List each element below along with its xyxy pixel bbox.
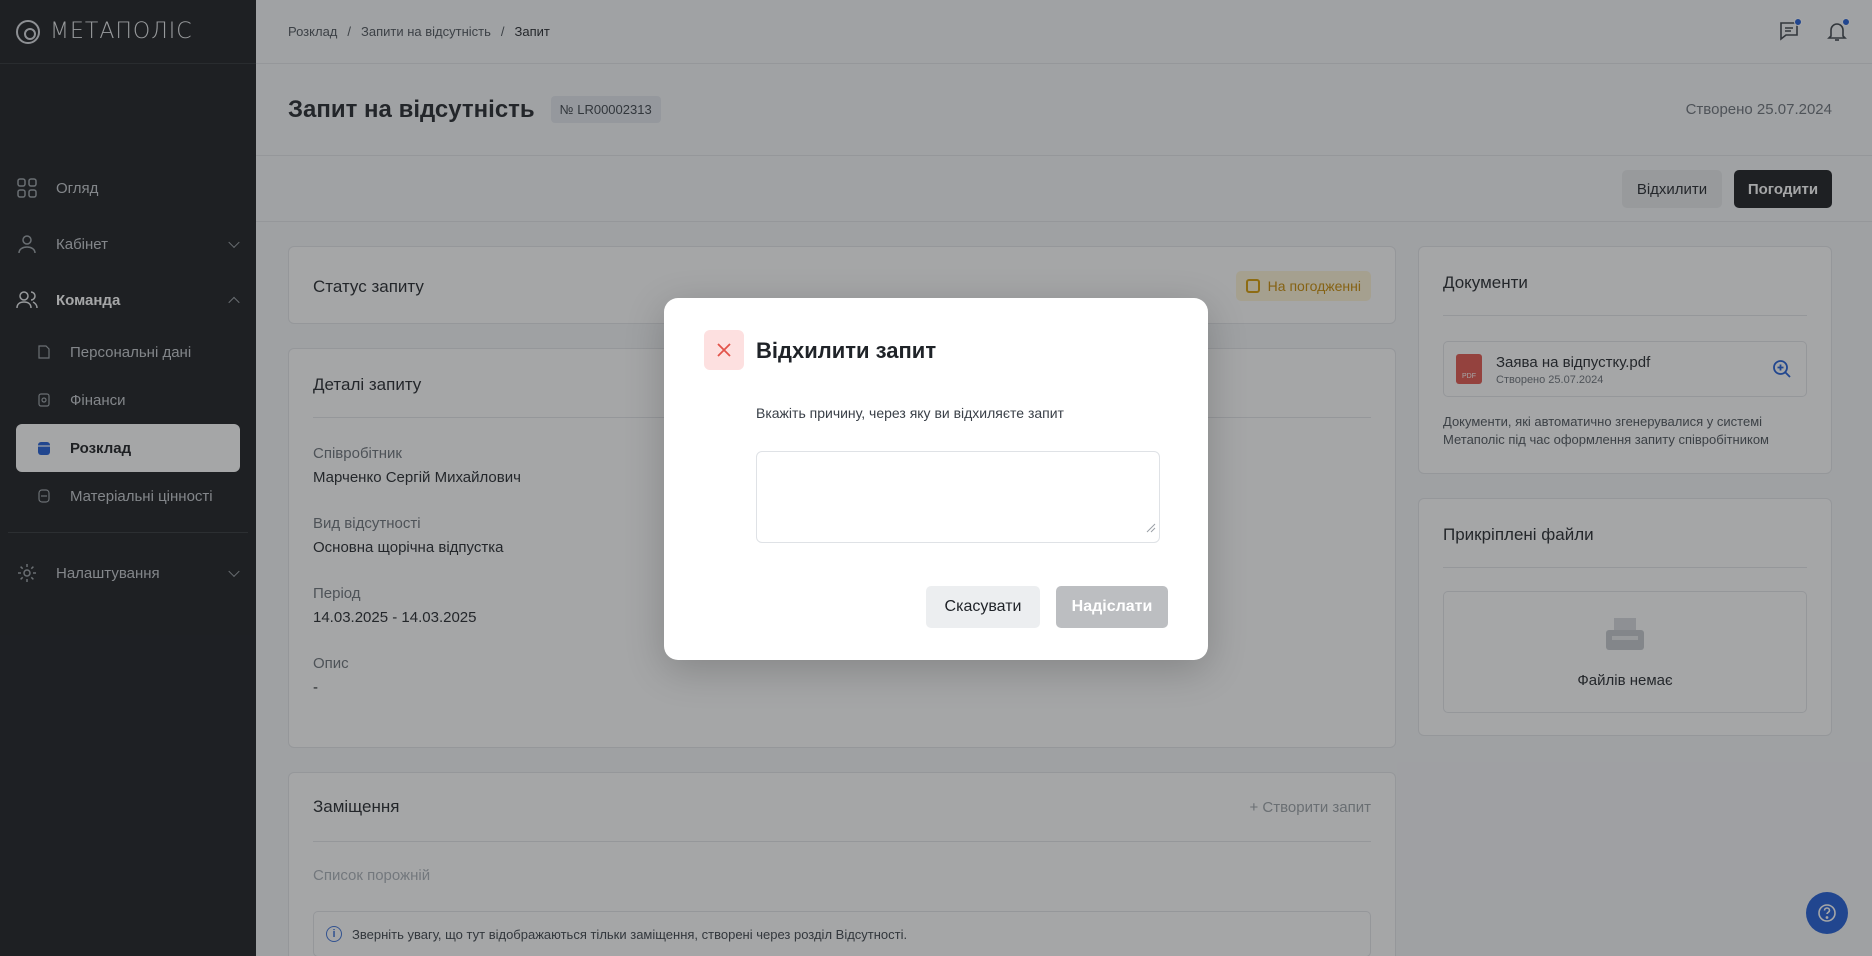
modal-prompt: Вкажіть причину, через яку ви відхиляєте… (756, 405, 1064, 421)
send-button[interactable]: Надіслати (1056, 586, 1168, 628)
modal-title: Відхилити запит (756, 338, 937, 363)
reject-request-modal: Відхилити запит Вкажіть причину, через я… (664, 298, 1208, 660)
cancel-button[interactable]: Скасувати (926, 586, 1040, 628)
reject-reason-input[interactable] (756, 451, 1160, 543)
resize-handle-icon[interactable] (1144, 520, 1156, 533)
close-icon (704, 330, 744, 370)
